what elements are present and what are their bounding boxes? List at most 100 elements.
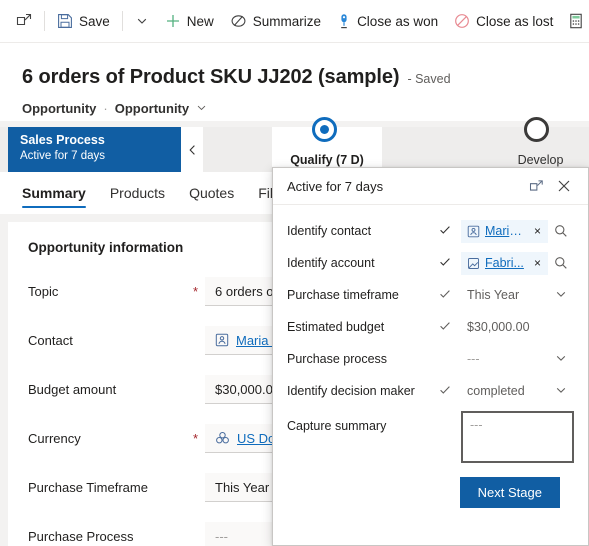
stage-active-dot-icon xyxy=(312,117,337,142)
stage-step-purchase-process: Purchase process --- xyxy=(287,347,574,371)
account-icon xyxy=(467,257,480,270)
save-status: - Saved xyxy=(407,72,451,86)
title-row: 6 orders of Product SKU JJ202 (sample) -… xyxy=(22,66,451,89)
field-label-contact: Contact xyxy=(28,333,73,348)
clear-lookup-account-button[interactable]: × xyxy=(532,256,543,270)
open-in-new-window-button[interactable] xyxy=(8,5,40,37)
tab-products-label: Products xyxy=(109,185,166,201)
command-separator-1 xyxy=(44,11,45,31)
select-value-purchase-timeframe: This Year xyxy=(467,288,520,302)
clear-lookup-contact-button[interactable]: × xyxy=(532,224,543,238)
new-button[interactable]: New xyxy=(157,5,222,37)
record-header: 6 orders of Product SKU JJ202 (sample) -… xyxy=(0,42,589,121)
next-stage-button[interactable]: Next Stage xyxy=(459,477,560,508)
stage-field-identify-decision-maker[interactable]: completed xyxy=(461,384,574,399)
stage-flyout-panel: Active for 7 days Identify contact Maria… xyxy=(272,167,589,546)
tab-quotes-label: Quotes xyxy=(189,185,235,201)
close-as-won-label: Close as won xyxy=(357,13,439,29)
currency-icon xyxy=(215,431,230,445)
chevron-down-icon[interactable] xyxy=(196,101,207,116)
stage-step-label-identify-decision-maker: Identify decision maker xyxy=(287,384,415,398)
lookup-pill-contact[interactable]: Maria C × xyxy=(461,219,548,243)
checkmark-icon xyxy=(439,288,461,303)
chevron-down-icon[interactable] xyxy=(548,288,574,303)
breadcrumb-entity[interactable]: Opportunity xyxy=(22,101,96,116)
field-text-purchase-timeframe: This Year xyxy=(215,479,270,495)
chevron-down-icon[interactable] xyxy=(548,352,574,367)
select-value-identify-decision-maker: completed xyxy=(467,384,525,398)
summarize-icon xyxy=(230,13,247,29)
summarize-label: Summarize xyxy=(252,13,322,29)
stage-step-identify-contact: Identify contact Maria C × xyxy=(287,219,574,243)
command-separator-2 xyxy=(121,11,123,31)
lookup-pill-account[interactable]: Fabri... × xyxy=(461,251,548,275)
tab-products[interactable]: Products xyxy=(110,172,165,214)
breadcrumb: Opportunity · Opportunity xyxy=(22,101,207,116)
close-as-won-button[interactable]: Close as won xyxy=(329,5,446,37)
stage-upcoming-dot-icon xyxy=(524,117,549,142)
tab-summary-label: Summary xyxy=(22,185,86,201)
stage-step-purchase-timeframe: Purchase timeframe This Year xyxy=(287,283,574,307)
save-options-button[interactable] xyxy=(127,5,157,37)
stage-flyout-body: Identify contact Maria C × Identify acco… xyxy=(273,205,588,508)
stage-field-identify-contact: Maria C × xyxy=(461,219,574,243)
checkmark-icon xyxy=(439,224,461,239)
checkmark-icon xyxy=(439,256,461,271)
field-label-purchase-process: Purchase Process xyxy=(28,529,134,544)
chevron-left-icon xyxy=(187,144,198,156)
tab-summary[interactable]: Summary xyxy=(22,172,86,214)
process-collapse-button[interactable] xyxy=(181,127,203,172)
close-as-lost-button[interactable]: Close as lost xyxy=(446,5,561,37)
field-text-budget-amount: $30,000.00 xyxy=(215,381,281,397)
field-label-currency: Currency xyxy=(28,431,81,446)
trophy-icon xyxy=(337,13,351,29)
process-header[interactable]: Sales Process Active for 7 days xyxy=(8,127,181,172)
stage-step-label-capture-summary: Capture summary xyxy=(287,419,387,433)
field-label-purchase-timeframe: Purchase Timeframe xyxy=(28,480,148,495)
new-label: New xyxy=(186,13,214,29)
tab-quotes[interactable]: Quotes xyxy=(189,172,234,214)
stage-step-label-estimated-budget: Estimated budget xyxy=(287,320,385,334)
close-as-lost-label: Close as lost xyxy=(476,13,554,29)
stage-field-identify-account: Fabri... × xyxy=(461,251,574,275)
stage-flyout-footer: Next Stage xyxy=(287,463,574,508)
plus-icon xyxy=(165,13,181,29)
stage-step-label-purchase-timeframe: Purchase timeframe xyxy=(287,288,399,302)
stage-step-label-identify-account: Identify account xyxy=(287,256,375,270)
checkmark-icon xyxy=(439,384,461,399)
field-label-topic: Topic xyxy=(28,284,59,299)
capture-summary-textarea[interactable]: --- xyxy=(461,411,574,463)
open-in-new-window-icon[interactable] xyxy=(522,172,550,200)
summarize-button[interactable]: Summarize xyxy=(222,5,329,37)
contact-icon xyxy=(215,333,229,347)
stage-step-identify-decision-maker: Identify decision maker completed xyxy=(287,379,574,403)
save-icon xyxy=(57,13,73,29)
process-stage-develop[interactable]: Develop xyxy=(492,117,589,172)
breadcrumb-form[interactable]: Opportunity xyxy=(115,101,189,116)
field-text-purchase-process: --- xyxy=(215,528,228,544)
close-icon[interactable] xyxy=(550,172,578,200)
search-icon[interactable] xyxy=(548,256,574,270)
command-bar: Save New Summarize Close as won Close as… xyxy=(0,0,589,42)
stage-flyout-header: Active for 7 days xyxy=(273,168,588,205)
stage-step-identify-account: Identify account Fabri... × xyxy=(287,251,574,275)
select-value-purchase-process: --- xyxy=(467,352,480,366)
stage-field-estimated-budget[interactable]: $30,000.00 xyxy=(461,320,574,334)
search-icon[interactable] xyxy=(548,224,574,238)
field-label-budget-amount: Budget amount xyxy=(28,382,117,397)
checkmark-icon xyxy=(439,320,461,335)
save-label: Save xyxy=(79,13,110,29)
lookup-value-account[interactable]: Fabri... xyxy=(485,256,527,270)
lookup-value-contact[interactable]: Maria C xyxy=(485,224,527,238)
chevron-down-icon[interactable] xyxy=(548,384,574,399)
stage-field-purchase-timeframe[interactable]: This Year xyxy=(461,288,574,303)
chevron-down-icon xyxy=(136,15,148,27)
breadcrumb-separator: · xyxy=(103,101,108,116)
stage-field-purchase-process[interactable]: --- xyxy=(461,352,574,367)
recalculate-button[interactable]: Re xyxy=(561,5,589,37)
process-stage-qualify[interactable]: Qualify (7 D) xyxy=(272,117,382,172)
calculator-icon xyxy=(569,13,583,29)
text-value-estimated-budget: $30,000.00 xyxy=(467,320,530,334)
save-button[interactable]: Save xyxy=(49,5,118,37)
business-process-flow: Sales Process Active for 7 days Qualify … xyxy=(0,117,589,172)
